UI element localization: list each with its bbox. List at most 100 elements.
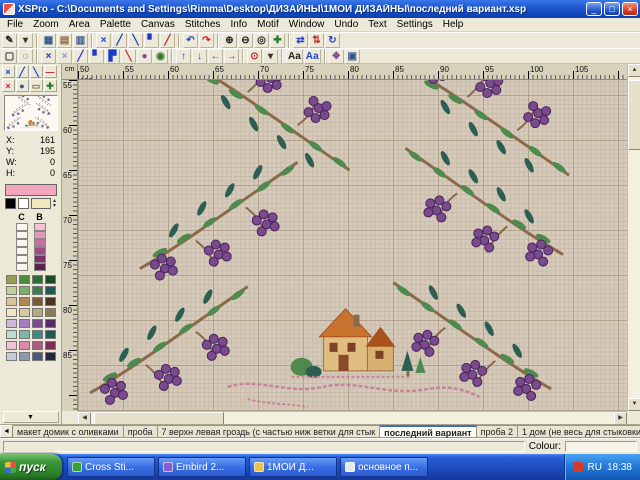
black-swatch[interactable] bbox=[5, 198, 16, 209]
zoom-in-icon[interactable]: ⊕ bbox=[222, 33, 237, 48]
pattern-tab[interactable]: 7 верхн левая гроздь (с частью ниж ветки… bbox=[158, 425, 381, 438]
french-knot-icon[interactable]: ◉ bbox=[153, 49, 168, 64]
backstitch2-icon[interactable]: ╲ bbox=[121, 49, 136, 64]
text-cyrillic-icon[interactable]: Аа bbox=[304, 49, 321, 64]
palette-swatch[interactable] bbox=[6, 330, 17, 339]
palette-swatch[interactable] bbox=[6, 319, 17, 328]
c-column-swatch[interactable] bbox=[16, 223, 28, 231]
menu-item[interactable]: Undo bbox=[329, 18, 363, 31]
horizontal-scrollbar[interactable]: ◀ ▶ bbox=[78, 411, 627, 424]
pan-icon[interactable]: ✚ bbox=[270, 33, 285, 48]
pattern-tab[interactable]: проба bbox=[124, 425, 158, 438]
menu-item[interactable]: Settings bbox=[392, 18, 438, 31]
menu-item[interactable]: Canvas bbox=[136, 18, 180, 31]
palette-swatch[interactable] bbox=[45, 286, 56, 295]
palette-swatch[interactable] bbox=[32, 341, 43, 350]
c-column-swatch[interactable] bbox=[16, 255, 28, 263]
pattern-tab[interactable]: последний вариант bbox=[380, 425, 476, 438]
white-swatch[interactable] bbox=[18, 198, 29, 209]
full-stitch-icon[interactable]: × bbox=[96, 33, 111, 48]
design-canvas[interactable] bbox=[78, 80, 627, 411]
palette-swatch[interactable] bbox=[19, 286, 30, 295]
palette-swatch[interactable] bbox=[19, 275, 30, 284]
palette-scroll-down[interactable]: ▼ bbox=[3, 411, 59, 423]
select-lasso-icon[interactable]: ◌ bbox=[18, 49, 33, 64]
side-full-stitch-icon[interactable]: × bbox=[2, 65, 15, 78]
b-column-swatch[interactable] bbox=[34, 263, 46, 271]
tab-scroll-left[interactable]: ◄ bbox=[0, 425, 13, 438]
c-column-swatch[interactable] bbox=[16, 247, 28, 255]
b-column-swatch[interactable] bbox=[34, 223, 46, 231]
menu-item[interactable]: File bbox=[2, 18, 28, 31]
pattern-preview[interactable] bbox=[4, 95, 58, 131]
side-half-stitch-icon[interactable]: ╱ bbox=[16, 65, 29, 78]
palette-swatch[interactable] bbox=[19, 308, 30, 317]
undo-arrow-icon[interactable]: ↶ bbox=[183, 33, 198, 48]
taskbar-task[interactable]: Cross Sti... bbox=[67, 457, 155, 477]
palette-swatch[interactable] bbox=[6, 341, 17, 350]
zoom-out-icon[interactable]: ⊖ bbox=[238, 33, 253, 48]
taskbar-task[interactable]: 1МОИ Д... bbox=[249, 457, 337, 477]
language-indicator[interactable]: RU bbox=[588, 462, 602, 473]
half-stitch-left-icon[interactable]: ╱ bbox=[112, 33, 127, 48]
side-bead-icon[interactable]: ● bbox=[16, 79, 29, 92]
arrow-left-icon[interactable]: ← bbox=[208, 49, 223, 64]
palette-swatch[interactable] bbox=[6, 275, 17, 284]
b-column-swatch[interactable] bbox=[34, 231, 46, 239]
mirror-vertical-icon[interactable]: ⇅ bbox=[309, 33, 324, 48]
stitch-full-icon[interactable]: × bbox=[41, 49, 56, 64]
zoom-100-icon[interactable]: ◎ bbox=[254, 33, 269, 48]
c-column-swatch[interactable] bbox=[16, 231, 28, 239]
palette-swatch[interactable] bbox=[45, 330, 56, 339]
select-rect-icon[interactable]: ▢ bbox=[2, 49, 17, 64]
c-column-swatch[interactable] bbox=[16, 239, 28, 247]
palette-swatch[interactable] bbox=[32, 275, 43, 284]
side-pan-icon[interactable]: ✚ bbox=[44, 79, 57, 92]
palette-swatch[interactable] bbox=[45, 341, 56, 350]
tool-dropdown-icon[interactable]: ▾ bbox=[18, 33, 33, 48]
rotate-icon[interactable]: ↻ bbox=[325, 33, 340, 48]
palette-swatch[interactable] bbox=[32, 352, 43, 361]
save-icon[interactable]: ▥ bbox=[73, 33, 88, 48]
menu-item[interactable]: Palette bbox=[95, 18, 136, 31]
vertical-scroll-thumb[interactable] bbox=[628, 80, 640, 150]
scroll-up-icon[interactable]: ▲ bbox=[628, 64, 640, 77]
backstitch-icon[interactable]: ╱ bbox=[160, 33, 175, 48]
stitch-half-icon[interactable]: ╱ bbox=[73, 49, 88, 64]
palette-swatch[interactable] bbox=[19, 330, 30, 339]
arrow-up-icon[interactable]: ↑ bbox=[176, 49, 191, 64]
bead-icon[interactable]: ● bbox=[137, 49, 152, 64]
palette-swatch[interactable] bbox=[45, 275, 56, 284]
stitch-three-quarter-icon[interactable]: ▛ bbox=[105, 49, 120, 64]
arrow-right-icon[interactable]: → bbox=[224, 49, 239, 64]
stitch-petite-icon[interactable]: × bbox=[57, 49, 72, 64]
side-eraser-icon[interactable]: ▭ bbox=[30, 79, 43, 92]
palette-swatch[interactable] bbox=[32, 286, 43, 295]
palette-swatch[interactable] bbox=[6, 286, 17, 295]
palette-swatch[interactable] bbox=[32, 319, 43, 328]
pencil-tool-icon[interactable]: ✎ bbox=[2, 33, 17, 48]
side-quarter-stitch-icon[interactable]: ╲ bbox=[30, 65, 43, 78]
spinner-down-icon[interactable]: ▾ bbox=[53, 204, 56, 209]
half-stitch-right-icon[interactable]: ╲ bbox=[128, 33, 143, 48]
c-column-swatch[interactable] bbox=[16, 263, 28, 271]
color-dropdown-icon[interactable]: ▾ bbox=[263, 49, 278, 64]
side-cross-icon[interactable]: × bbox=[2, 79, 15, 92]
palette-swatch[interactable] bbox=[45, 352, 56, 361]
tray-app-icon[interactable] bbox=[573, 462, 583, 472]
palette-swatch[interactable] bbox=[32, 330, 43, 339]
palette-swatch[interactable] bbox=[45, 319, 56, 328]
pattern-tab[interactable]: 1 дом (не весь для стыковки) bbox=[518, 425, 640, 438]
palette-swatch[interactable] bbox=[6, 297, 17, 306]
side-backstitch-icon[interactable]: — bbox=[44, 65, 57, 78]
stitch-quarter-icon[interactable]: ▘ bbox=[89, 49, 104, 64]
mirror-horizontal-icon[interactable]: ⇄ bbox=[293, 33, 308, 48]
palette-swatch[interactable] bbox=[6, 308, 17, 317]
palette-swatch[interactable] bbox=[32, 297, 43, 306]
menu-item[interactable]: Help bbox=[438, 18, 469, 31]
menu-item[interactable]: Area bbox=[64, 18, 95, 31]
menu-item[interactable]: Zoom bbox=[28, 18, 64, 31]
palette-swatch[interactable] bbox=[32, 308, 43, 317]
clock[interactable]: 18:38 bbox=[607, 462, 632, 473]
menu-item[interactable]: Text bbox=[363, 18, 391, 31]
